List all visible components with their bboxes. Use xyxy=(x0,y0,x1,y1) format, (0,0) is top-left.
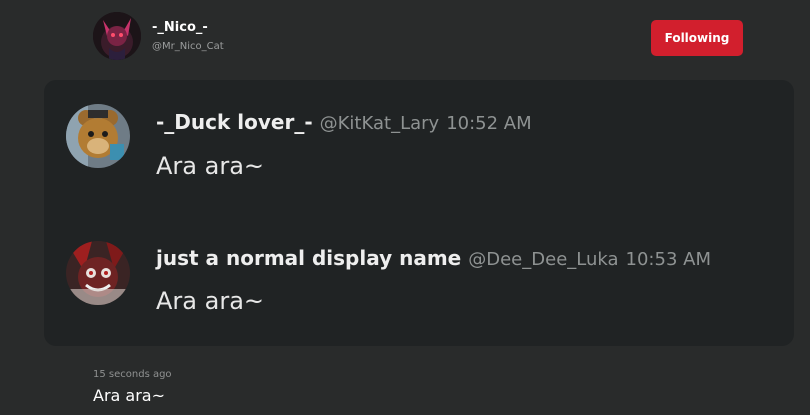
message-time: 10:53 AM xyxy=(625,249,711,270)
embedded-messages-card: -_Duck lover_- @KitKat_Lary 10:52 AM Ara… xyxy=(44,80,794,346)
message-time: 10:52 AM xyxy=(446,113,532,134)
message-avatar[interactable] xyxy=(66,241,130,305)
message-text: Ara ara~ xyxy=(156,287,265,315)
message-display-name[interactable]: -_Duck lover_- xyxy=(156,110,313,134)
message-text: Ara ara~ xyxy=(156,152,265,180)
message-header: just a normal display name @Dee_Dee_Luka… xyxy=(156,246,711,270)
message-avatar[interactable] xyxy=(66,104,130,168)
author-avatar[interactable] xyxy=(93,12,141,60)
author-handle[interactable]: @Mr_Nico_Cat xyxy=(152,41,224,52)
message-header: -_Duck lover_- @KitKat_Lary 10:52 AM xyxy=(156,110,532,134)
post-timestamp[interactable]: 15 seconds ago xyxy=(93,369,172,380)
post-view: -_Nico_- @Mr_Nico_Cat Following -_Duck l… xyxy=(0,0,810,415)
author-display-name[interactable]: -_Nico_- xyxy=(152,20,208,35)
red-character-avatar-icon xyxy=(66,241,130,305)
message-handle[interactable]: @Dee_Dee_Luka xyxy=(468,249,618,270)
message-handle[interactable]: @KitKat_Lary xyxy=(320,113,440,134)
following-button[interactable]: Following xyxy=(651,20,743,56)
author-avatar-image xyxy=(93,12,141,60)
bear-character-avatar-icon xyxy=(66,104,130,168)
message-display-name[interactable]: just a normal display name xyxy=(156,246,461,270)
post-text: Ara ara~ xyxy=(93,386,166,405)
